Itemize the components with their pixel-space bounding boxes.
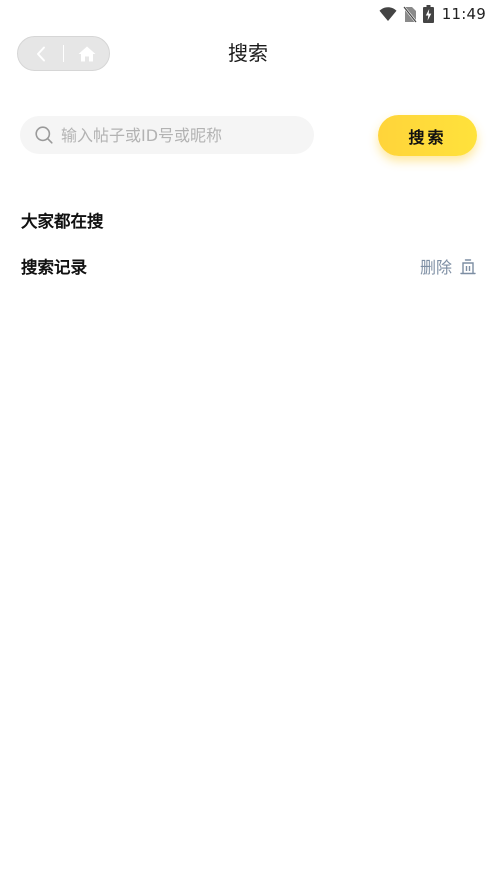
search-screen: 11:49 搜索 输入帖子或ID号或昵称 搜索 大家都在搜 搜索记录 删除: [0, 0, 496, 881]
status-icons: 11:49: [379, 3, 486, 25]
hot-searches-title: 大家都在搜: [21, 212, 104, 231]
trash-icon: [460, 257, 476, 275]
search-button[interactable]: 搜索: [378, 115, 477, 156]
delete-label: 删除: [419, 258, 452, 277]
page-title: 搜索: [228, 41, 268, 65]
delete-history-button[interactable]: 删除: [420, 254, 476, 278]
battery-charging-icon: [422, 5, 434, 23]
search-icon: [35, 126, 53, 144]
search-field[interactable]: [20, 116, 314, 154]
wifi-icon: [379, 6, 397, 22]
status-bar: 11:49: [0, 0, 496, 28]
no-sim-icon: [402, 5, 417, 23]
search-input[interactable]: [61, 120, 314, 150]
search-history-title: 搜索记录: [21, 258, 87, 277]
status-time: 11:49: [441, 5, 486, 23]
